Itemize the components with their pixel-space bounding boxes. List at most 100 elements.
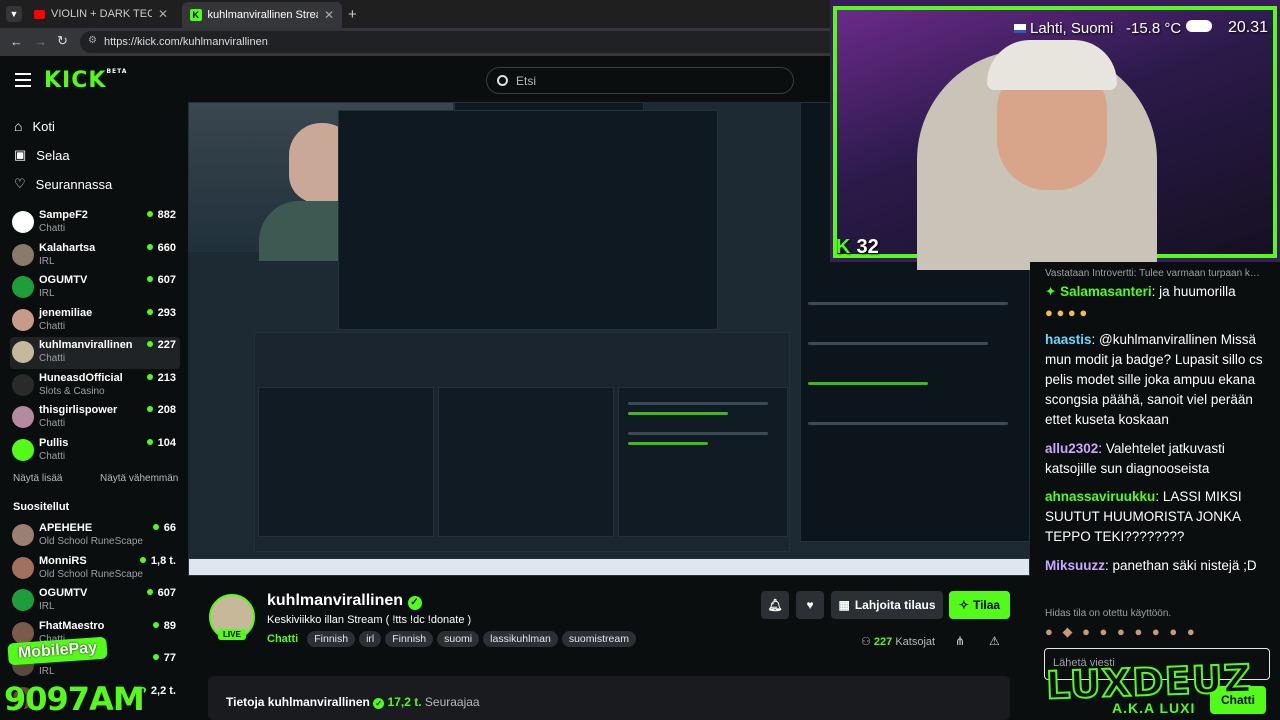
channel-viewers: 89 [153, 620, 176, 632]
verified-icon: ✓ [407, 596, 422, 610]
tag[interactable]: irl [359, 631, 382, 647]
channel-item[interactable]: kuhlmanvirallinen Chatti 227 [10, 337, 180, 369]
clock-label: 20.31 [1228, 19, 1269, 36]
channel-viewers: 607 [147, 587, 176, 599]
nav-label: Selaa [36, 147, 70, 163]
show-less-link[interactable]: Näytä vähemmän [100, 473, 178, 484]
channel-name: APEHEHE [39, 522, 93, 534]
tab-title: VIOLIN + DARK TECHNO / … [51, 8, 152, 20]
search-input[interactable]: Etsi [486, 67, 794, 94]
channel-viewers: 1,8 t. [140, 555, 176, 567]
pinned-reply: Vastataan Introvertti: Tulee varmaan tur… [1045, 268, 1260, 279]
channel-name: jenemiliae [39, 306, 93, 319]
emote-picker-row: ● ◆ ● ● ● ● ● ● ● [1045, 624, 1198, 639]
like-heart-button[interactable]: ♥ [796, 591, 824, 619]
tab-kick[interactable]: K kuhlmanvirallinen Stream - Wat… ✕ [182, 2, 342, 28]
channel-viewers: 227 [147, 339, 176, 351]
back-icon[interactable]: ← [10, 34, 23, 49]
subscribe-button[interactable]: ✧ Tilaa [949, 591, 1010, 619]
temperature-label: -15.8 °C [1126, 20, 1182, 37]
channel-viewers: 104 [147, 437, 176, 449]
streamer-name[interactable]: kuhlmanvirallinen ✓ [267, 592, 422, 610]
channel-category: Old School RuneScape [39, 536, 143, 547]
channel-category: Chatti [39, 418, 66, 429]
tag[interactable]: suomi [437, 631, 480, 647]
nav-label: Koti [32, 118, 55, 134]
stream-title: Keskiviikko illan Stream ( !tts !dc !don… [267, 614, 472, 626]
forward-icon[interactable]: → [34, 34, 47, 49]
avatar [12, 556, 34, 579]
channel-name: OGUMTV [39, 274, 88, 286]
avatar [12, 438, 34, 461]
channel-item[interactable]: MonniRS Old School RuneScape 1,8 t. [10, 553, 180, 585]
taskbar [188, 558, 1030, 576]
avatar [12, 406, 34, 428]
channel-name: OGUMTV [39, 587, 88, 599]
reload-icon[interactable]: ↻ [57, 33, 68, 49]
channel-name: HuneasdOfficial [39, 371, 123, 384]
channel-name: MonniRS [39, 554, 87, 567]
report-icon[interactable]: ⚠ [989, 634, 1000, 648]
chat-panel: Vastataan Introvertti: Tulee varmaan tur… [1030, 262, 1280, 720]
bell-icon: 🔔︎ [767, 598, 783, 612]
stream-tags: Chatti Finnish irl Finnish suomi lassikuhlma… [267, 631, 640, 647]
close-icon[interactable]: ✕ [158, 7, 168, 21]
menu-icon[interactable] [15, 73, 31, 87]
share-icon[interactable]: ⋔ [955, 634, 965, 648]
channel-item[interactable]: Kalahartsa IRL 660 [10, 240, 180, 272]
chat-message: ahnassaviruukku: LASSI MIKSI SUUTUT HUUM… [1045, 489, 1242, 544]
url-text: https://kick.com/kuhlmanvirallinen [104, 36, 268, 48]
nav-home[interactable]: ⌂ Koti [14, 118, 55, 134]
heart-icon: ♥ [806, 598, 814, 612]
chat-message: ✦ Salamasanteri: ja huumorilla [1045, 284, 1236, 299]
flag-icon [1014, 24, 1026, 33]
about-heading: Tietoja kuhlmanvirallinen ✓ 17,2 t. Seur… [226, 695, 480, 709]
category-link[interactable]: Chatti [267, 633, 298, 645]
close-icon[interactable]: ✕ [324, 8, 334, 22]
channel-item[interactable]: OGUMTV IRL 607 [10, 585, 180, 617]
browse-icon: ▣ [14, 147, 27, 162]
channel-item[interactable]: APEHEHE Old School RuneScape 66 [10, 520, 180, 552]
nav-following[interactable]: ♡ Seurannassa [14, 176, 112, 192]
channel-viewers: 66 [153, 522, 176, 534]
tab-violin[interactable]: VIOLIN + DARK TECHNO / … ✕ [26, 4, 176, 24]
tag[interactable]: lassikuhlman [483, 631, 558, 647]
channel-item[interactable]: Pullis Chatti 104 [10, 435, 180, 467]
tab-title: kuhlmanvirallinen Stream - Wat… [207, 9, 318, 21]
users-icon: ⚇ [861, 636, 874, 648]
nav-label: Seurannassa [35, 176, 113, 192]
channel-category: Slots & Casino [39, 385, 105, 397]
kick-logo[interactable]: KICKBETA [44, 68, 127, 93]
channel-viewers: 2,2 t. [140, 685, 176, 697]
channel-item[interactable]: OGUMTV IRL 607 [10, 272, 180, 304]
viewer-count: ⚇ 227 Katsojat [861, 636, 936, 648]
site-info-icon[interactable]: ⚙ [88, 35, 97, 46]
nav-browse[interactable]: ▣ Selaa [14, 147, 70, 163]
gift-subscription-button[interactable]: ▦ Lahjoita tilaus [831, 591, 943, 619]
channel-item[interactable]: SampeF2 Chatti 882 [10, 207, 180, 239]
address-bar[interactable]: ⚙ https://kick.com/kuhlmanvirallinen [80, 31, 840, 53]
tag[interactable]: Finnish [307, 631, 356, 647]
channel-item[interactable]: thisgirlispower Chatti 208 [10, 402, 180, 434]
channel-item[interactable]: jenemiliae Chatti 293 [10, 305, 180, 337]
emote-row: ● ● ● ● [1045, 305, 1088, 320]
chat-message: allu2302: Valehtelet jatkuvasti katsojil… [1045, 441, 1225, 476]
notification-bell-button[interactable]: 🔔︎ [761, 591, 789, 619]
channel-name: FhatMaestro [39, 619, 105, 632]
channel-viewers: 882 [147, 209, 176, 221]
channel-viewers: 607 [147, 274, 176, 286]
tab-list-icon[interactable]: ▼ [6, 6, 22, 22]
channel-category: Chatti [39, 223, 66, 234]
slow-mode-notice: Hidas tila on otettu käyttöön. [1045, 608, 1172, 619]
tag[interactable]: Finnish [385, 631, 434, 647]
channel-category: IRL [39, 255, 55, 267]
channel-viewers: 660 [147, 242, 176, 254]
kick-favicon-icon: K [190, 9, 202, 21]
cloud-icon [1186, 20, 1212, 32]
new-tab-button[interactable]: + [348, 6, 357, 23]
channel-category: Chatti [39, 353, 66, 364]
show-more-link[interactable]: Näytä lisää [13, 473, 62, 484]
tag[interactable]: suomistream [561, 631, 636, 647]
channel-item[interactable]: HuneasdOfficial Slots & Casino 213 [10, 370, 180, 402]
webcam-frame [833, 6, 1277, 270]
